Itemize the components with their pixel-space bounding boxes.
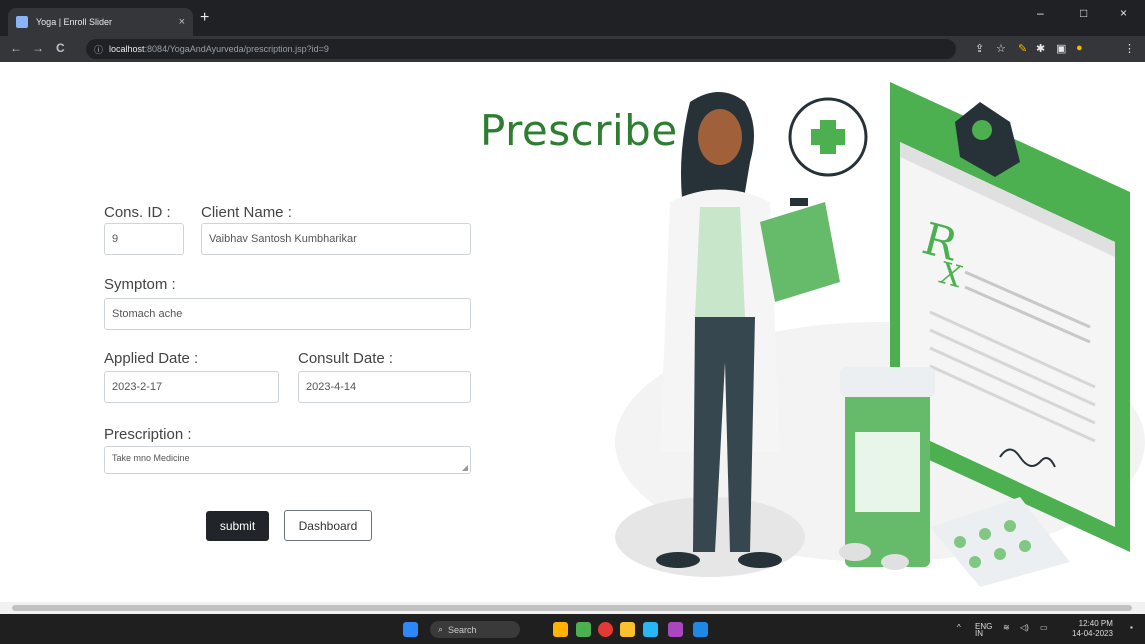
- prescription-label: Prescription :: [104, 426, 192, 443]
- sidebar-icon[interactable]: ▣: [1056, 42, 1066, 55]
- edge-icon[interactable]: [643, 622, 658, 637]
- maximize-button[interactable]: □: [1080, 6, 1087, 20]
- consult-date-field[interactable]: 2023-4-14: [298, 371, 471, 403]
- pill-icon: [881, 554, 909, 570]
- close-window-button[interactable]: ×: [1120, 6, 1127, 20]
- prescription-text: Take mno Medicine: [112, 453, 190, 463]
- resize-handle-icon[interactable]: ◢: [462, 463, 468, 472]
- menu-kebab-icon[interactable]: ⋮: [1124, 42, 1135, 55]
- vscode-icon[interactable]: [668, 622, 683, 637]
- taskbar-search[interactable]: ⌕ Search: [430, 621, 520, 638]
- os-taskbar: ⌕ Search ^ ENG IN ≋ ◁) ▭ 12:40 PM 14-04-…: [0, 614, 1145, 644]
- minimize-button[interactable]: –: [1037, 6, 1044, 20]
- url-host: localhost: [109, 44, 145, 54]
- extensions-puzzle-icon[interactable]: ✱: [1036, 42, 1045, 55]
- share-icon[interactable]: ⇪: [975, 42, 984, 55]
- volume-icon[interactable]: ◁): [1020, 623, 1029, 632]
- applied-date-field[interactable]: 2023-2-17: [104, 371, 279, 403]
- client-name-field[interactable]: Vaibhav Santosh Kumbharikar: [201, 223, 471, 255]
- tab-close-icon[interactable]: ×: [179, 16, 185, 28]
- browser-tab-bar: Yoga | Enroll Slider × + – □ ×: [0, 0, 1145, 36]
- info-icon[interactable]: ⓘ: [94, 43, 103, 56]
- notification-icon[interactable]: ▪: [1130, 623, 1133, 632]
- reload-button[interactable]: C: [56, 41, 65, 55]
- consult-date-label: Consult Date :: [298, 350, 394, 367]
- tray-chevron-icon[interactable]: ^: [957, 623, 961, 632]
- favicon-icon: [16, 16, 28, 28]
- tab-title: Yoga | Enroll Slider: [36, 17, 113, 27]
- client-name-label: Client Name :: [201, 204, 292, 221]
- wifi-icon[interactable]: ≋: [1003, 623, 1010, 632]
- file-explorer-icon[interactable]: [620, 622, 635, 637]
- taskbar-search-label: Search: [448, 624, 477, 635]
- applied-date-label: Applied Date :: [104, 350, 199, 367]
- scrollbar-thumb[interactable]: [12, 605, 1132, 611]
- page-content: Prescribe Cons. ID : Client Name : 9 Vai…: [0, 62, 1145, 602]
- bookmark-star-icon[interactable]: ☆: [996, 42, 1006, 55]
- address-bar-row: ← → C ⓘ localhost :8084/YogaAndAyurveda/…: [0, 36, 1145, 62]
- cons-id-field[interactable]: 9: [104, 223, 184, 255]
- region-label: IN: [975, 629, 983, 638]
- forward-button[interactable]: →: [32, 41, 44, 55]
- windows-start-icon[interactable]: [403, 622, 418, 637]
- chrome-icon[interactable]: [598, 622, 613, 637]
- language-indicator[interactable]: ENG IN: [975, 623, 992, 638]
- plus-speech-bubble-icon: [788, 97, 868, 177]
- dashboard-button[interactable]: Dashboard: [284, 510, 372, 541]
- taskbar-clock[interactable]: 12:40 PM 14-04-2023: [1072, 619, 1113, 639]
- symptom-field[interactable]: Stomach ache: [104, 298, 471, 330]
- clock-date: 14-04-2023: [1072, 629, 1113, 638]
- new-tab-button[interactable]: +: [200, 9, 209, 27]
- prescription-textarea[interactable]: Take mno Medicine ◢: [104, 446, 471, 474]
- medicine-bottle-icon: [840, 367, 935, 567]
- back-button[interactable]: ←: [10, 41, 22, 55]
- url-input[interactable]: ⓘ localhost :8084/YogaAndAyurveda/prescr…: [86, 39, 956, 59]
- submit-button[interactable]: submit: [206, 511, 269, 541]
- symptom-label: Symptom :: [104, 276, 176, 293]
- profile-avatar-icon[interactable]: ●: [1076, 42, 1083, 54]
- battery-icon[interactable]: ▭: [1040, 623, 1048, 632]
- store-icon[interactable]: [693, 622, 708, 637]
- cons-id-label: Cons. ID :: [104, 204, 171, 221]
- pill-icon: [839, 543, 871, 561]
- extension-pencil-icon[interactable]: ✎: [1018, 42, 1027, 55]
- clock-time: 12:40 PM: [1078, 619, 1113, 628]
- widgets-icon[interactable]: [553, 622, 568, 637]
- search-icon: ⌕: [438, 624, 444, 634]
- horizontal-scrollbar[interactable]: [0, 602, 1145, 614]
- browser-tab[interactable]: Yoga | Enroll Slider ×: [8, 8, 193, 36]
- taskbar-app-icon[interactable]: [576, 622, 591, 637]
- url-path: :8084/YogaAndAyurveda/prescription.jsp?i…: [144, 44, 329, 54]
- doctor-illustration: R X: [615, 82, 1145, 587]
